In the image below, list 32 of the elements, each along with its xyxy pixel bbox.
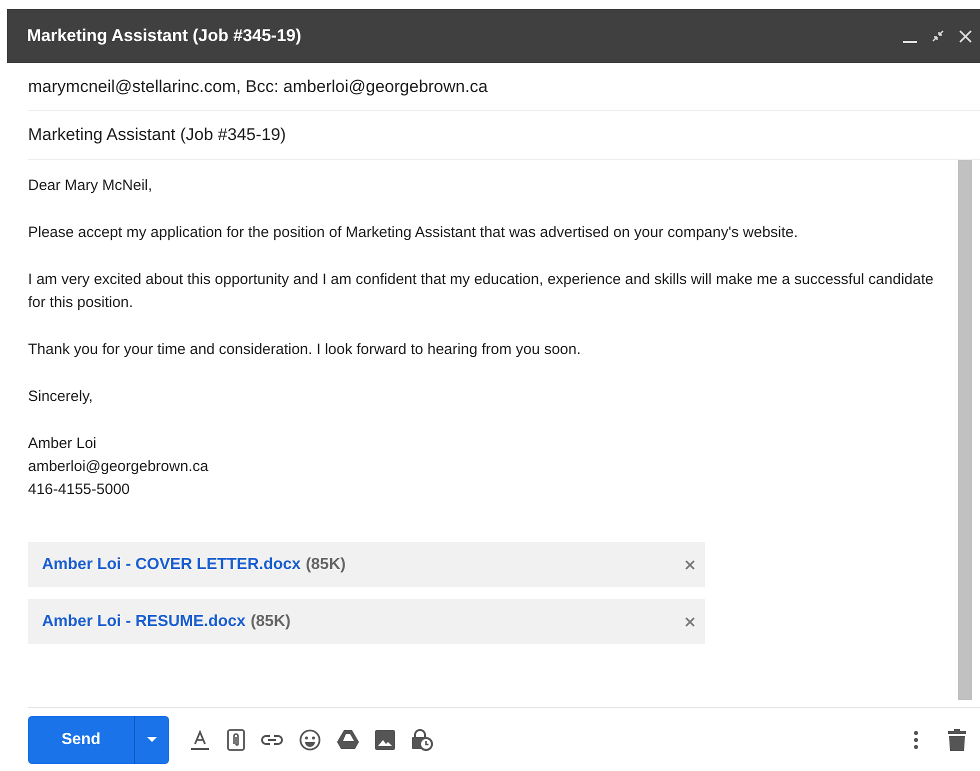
lock-clock-icon[interactable]: [411, 728, 433, 750]
file-size: (85K): [250, 612, 292, 632]
remove-icon[interactable]: [685, 616, 695, 626]
link-icon[interactable]: [261, 734, 283, 746]
subject-field[interactable]: Marketing Assistant (Job #345-19): [28, 111, 980, 160]
smiley-icon[interactable]: [299, 728, 321, 750]
more-options-icon[interactable]: [914, 730, 918, 748]
body-text: Sincerely,: [28, 387, 94, 407]
recipients-field[interactable]: marymcneil@stellarinc.com, Bcc: amberloi@georgebrown.ca: [28, 63, 980, 111]
text-format-icon[interactable]: [189, 728, 211, 750]
body-text: Please accept my application for the position of Marketing Assistant that was advertised on your company's website.: [28, 223, 799, 243]
body-text: Dear Mary McNeil,: [28, 176, 154, 196]
body-text: I am very excited about this opportunity and I am confident that my education, experience and skills will make me a successful candidate for this position.: [28, 270, 934, 313]
trash-icon[interactable]: [948, 728, 966, 750]
image-icon[interactable]: [375, 730, 395, 750]
file-size: (85K): [306, 554, 347, 574]
triangle-drive-icon[interactable]: [337, 730, 359, 749]
attachment-link[interactable]: Amber Loi - RESUME.docx: [42, 610, 246, 634]
exit-fullscreen-icon[interactable]: [931, 29, 945, 43]
paperclip-icon[interactable]: [227, 728, 245, 750]
body-text: Thank you for your time and consideration. I look forward to hearing from you soon.: [28, 340, 582, 360]
body-text: Amber Loi: [28, 434, 98, 454]
scrollbar[interactable]: [958, 160, 972, 700]
close-icon[interactable]: [959, 30, 972, 42]
attachment-link[interactable]: Amber Loi - COVER LETTER.docx: [42, 552, 301, 576]
body-text: amberloi@georgebrown.ca: [28, 457, 210, 477]
remove-icon[interactable]: [685, 560, 695, 570]
send-button[interactable]: Send: [28, 716, 134, 764]
body-text: 416-4155-5000: [28, 480, 131, 500]
window-title: Marketing Assistant (Job #345-19): [27, 25, 302, 48]
caret-icon: [147, 737, 157, 742]
send-options-button[interactable]: [134, 716, 169, 764]
